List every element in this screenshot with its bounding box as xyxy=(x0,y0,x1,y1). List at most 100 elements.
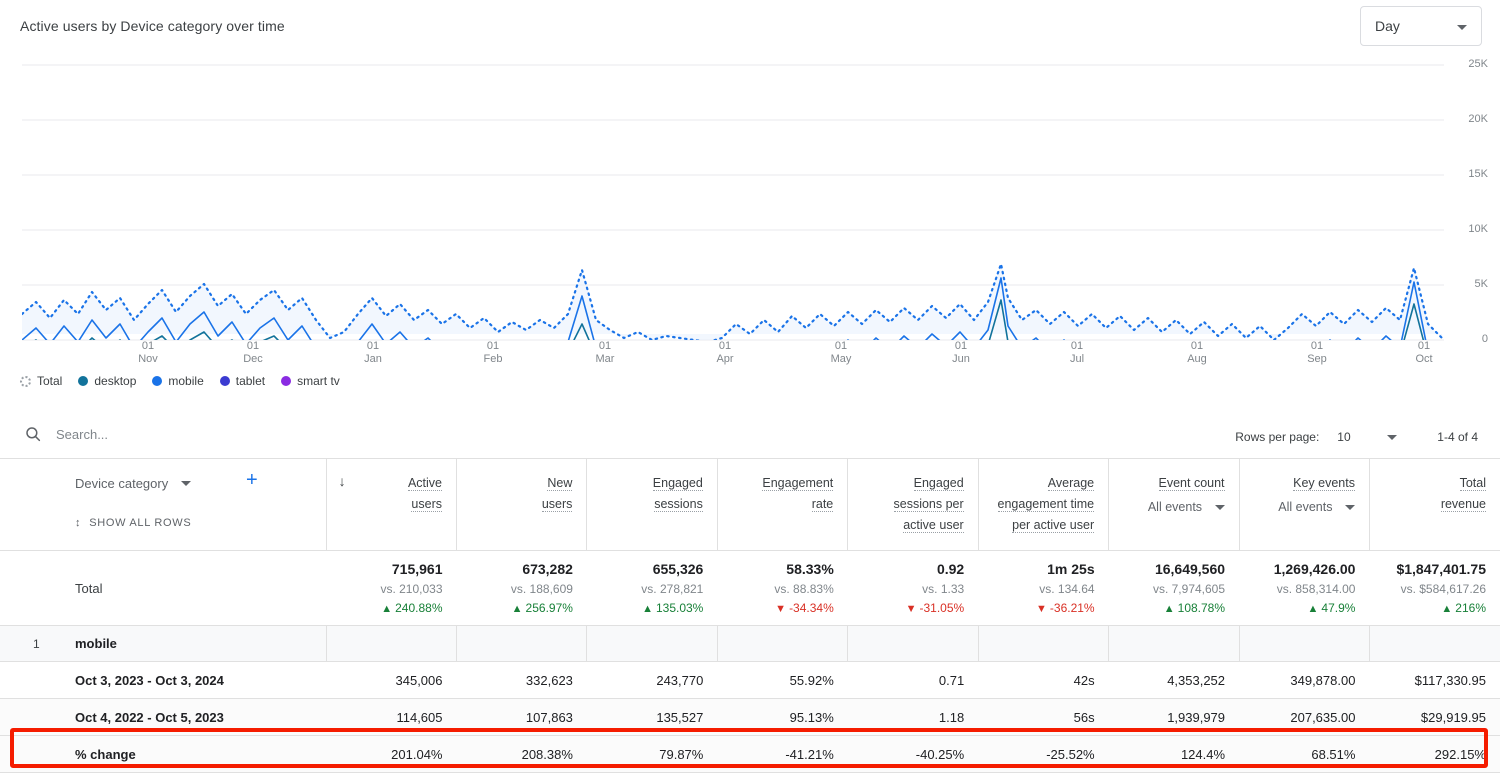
add-dimension-button[interactable]: + xyxy=(246,470,258,490)
column-header-new-users[interactable]: New users xyxy=(457,459,587,551)
total-cell-new-users: 673,282 vs. 188,609 ▲256.97% xyxy=(457,551,587,626)
arrow-up-icon: ▲ xyxy=(1308,603,1319,615)
table-group-row-mobile[interactable]: 1 mobile xyxy=(0,626,1500,662)
event-count-filter-dropdown[interactable]: All events xyxy=(1109,497,1224,518)
metric-comparison: vs. 134.64 xyxy=(978,582,1094,596)
table-row[interactable]: Oct 4, 2022 - Oct 5, 2023 114,605 107,86… xyxy=(0,699,1500,736)
table-row-total: Total 715,961 vs. 210,033 ▲240.88% 673,2… xyxy=(0,551,1500,626)
x-tick-10: 01 Sep xyxy=(1287,340,1347,366)
x-tick-9: 01 Aug xyxy=(1167,340,1227,366)
table-row[interactable]: Oct 3, 2023 - Oct 3, 2024 345,006 332,62… xyxy=(0,662,1500,699)
metric-value: 0.92 xyxy=(848,561,964,577)
time-series-chart[interactable]: 25K 20K 15K 10K 5K 0 01 Nov 01 Dec 01 Ja… xyxy=(0,52,1500,397)
group-name: mobile xyxy=(75,636,117,651)
row-label: % change xyxy=(0,736,326,773)
series-total-area xyxy=(22,264,1442,342)
rows-per-page-value[interactable]: 10 xyxy=(1337,430,1359,444)
metric-delta: ▲135.03% xyxy=(587,601,703,615)
search-input[interactable] xyxy=(54,426,354,443)
cell-event-count: 4,353,252 xyxy=(1109,662,1239,699)
dimension-selector[interactable]: Device category xyxy=(75,473,191,494)
column-label-line: sessions per xyxy=(894,497,964,512)
metric-delta: ▲256.97% xyxy=(457,601,573,615)
metric-delta: ▼-34.34% xyxy=(717,601,833,615)
show-all-rows-button[interactable]: ↕ SHOW ALL ROWS xyxy=(75,513,191,534)
metric-value: 1m 25s xyxy=(978,561,1094,577)
x-tick-day: 01 xyxy=(118,340,178,353)
legend-item-tablet[interactable]: tablet xyxy=(220,374,265,388)
cell-total-revenue: $117,330.95 xyxy=(1369,662,1500,699)
arrow-up-icon: ▲ xyxy=(512,603,523,615)
legend-label: smart tv xyxy=(297,374,340,388)
column-label-line: Engaged xyxy=(653,476,703,491)
search-box[interactable] xyxy=(24,425,354,443)
legend-item-desktop[interactable]: desktop xyxy=(78,374,136,388)
metric-comparison: vs. 188,609 xyxy=(457,582,573,596)
x-tick-month: Mar xyxy=(575,353,635,366)
x-tick-day: 01 xyxy=(811,340,871,353)
x-tick-month: Apr xyxy=(695,353,755,366)
legend-item-smart-tv[interactable]: smart tv xyxy=(281,374,340,388)
cell-average-engagement-time: -25.52% xyxy=(978,736,1108,773)
metric-comparison: vs. 278,821 xyxy=(587,582,703,596)
granularity-value: Day xyxy=(1375,18,1400,34)
cell-active-users: 201.04% xyxy=(326,736,456,773)
column-header-event-count[interactable]: Event count All events xyxy=(1109,459,1239,551)
column-header-key-events[interactable]: Key events All events xyxy=(1239,459,1369,551)
x-tick-day: 01 xyxy=(931,340,991,353)
legend-swatch-mobile-icon xyxy=(152,376,162,386)
column-header-average-engagement-time-per-active-user[interactable]: Average engagement time per active user xyxy=(978,459,1108,551)
column-label-line: engagement time xyxy=(998,497,1095,512)
arrow-up-icon: ▲ xyxy=(381,603,392,615)
column-header-engagement-rate[interactable]: Engagement rate xyxy=(717,459,847,551)
metric-value: 58.33% xyxy=(717,561,833,577)
cell-engaged-sessions-per-active-user: 0.71 xyxy=(848,662,978,699)
row-label: Oct 4, 2022 - Oct 5, 2023 xyxy=(0,699,326,736)
cell-new-users: 332,623 xyxy=(457,662,587,699)
legend-swatch-smarttv-icon xyxy=(281,376,291,386)
sort-desc-arrow-icon[interactable]: ↓ xyxy=(339,474,346,488)
table-toolbar: Rows per page: 10 1-4 of 4 xyxy=(0,418,1500,458)
column-header-active-users[interactable]: ↓ Active users xyxy=(326,459,456,551)
total-cell-active-users: 715,961 vs. 210,033 ▲240.88% xyxy=(326,551,456,626)
search-icon xyxy=(24,425,42,443)
legend-item-total[interactable]: Total xyxy=(20,374,62,388)
chevron-down-icon xyxy=(1345,505,1355,510)
x-tick-month: Dec xyxy=(223,353,283,366)
group-blank-cell xyxy=(587,626,717,662)
x-tick-3: 01 Feb xyxy=(463,340,523,366)
column-label-line: Key events xyxy=(1293,476,1355,491)
column-label-line: per active user xyxy=(1012,518,1094,533)
cell-new-users: 107,863 xyxy=(457,699,587,736)
x-tick-month: Feb xyxy=(463,353,523,366)
total-cell-key-events: 1,269,426.00 vs. 858,314.00 ▲47.9% xyxy=(1239,551,1369,626)
group-blank-cell xyxy=(1369,626,1500,662)
key-events-filter-value: All events xyxy=(1278,500,1332,514)
total-cell-total-revenue: $1,847,401.75 vs. $584,617.26 ▲216% xyxy=(1369,551,1500,626)
column-header-total-revenue[interactable]: Total revenue xyxy=(1369,459,1500,551)
x-tick-day: 01 xyxy=(695,340,755,353)
table-row-percent-change[interactable]: % change 201.04% 208.38% 79.87% -41.21% … xyxy=(0,736,1500,773)
legend-item-mobile[interactable]: mobile xyxy=(152,374,203,388)
column-header-engaged-sessions-per-active-user[interactable]: Engaged sessions per active user xyxy=(848,459,978,551)
group-blank-cell xyxy=(1109,626,1239,662)
chart-card-header: Active users by Device category over tim… xyxy=(0,0,1500,52)
y-tick-10k: 10K xyxy=(1448,223,1488,235)
cell-engaged-sessions-per-active-user: 1.18 xyxy=(848,699,978,736)
key-events-filter-dropdown[interactable]: All events xyxy=(1240,497,1355,518)
metric-comparison: vs. 88.83% xyxy=(717,582,833,596)
group-blank-cell xyxy=(848,626,978,662)
rows-per-page-chevron-down-icon[interactable] xyxy=(1387,435,1397,440)
column-header-engaged-sessions[interactable]: Engaged sessions xyxy=(587,459,717,551)
x-tick-month: Jul xyxy=(1047,353,1107,366)
total-row-label: Total xyxy=(0,551,326,626)
x-tick-month: Sep xyxy=(1287,353,1347,366)
granularity-dropdown[interactable]: Day xyxy=(1360,6,1482,46)
arrow-down-icon: ▼ xyxy=(906,603,917,615)
column-label-line: active user xyxy=(903,518,963,533)
column-label-line: users xyxy=(411,497,442,512)
x-tick-0: 01 Nov xyxy=(118,340,178,366)
cell-engagement-rate: -41.21% xyxy=(717,736,847,773)
table-header-row: Device category + ↕ SHOW ALL ROWS ↓ Acti… xyxy=(0,459,1500,551)
x-tick-day: 01 xyxy=(1287,340,1347,353)
